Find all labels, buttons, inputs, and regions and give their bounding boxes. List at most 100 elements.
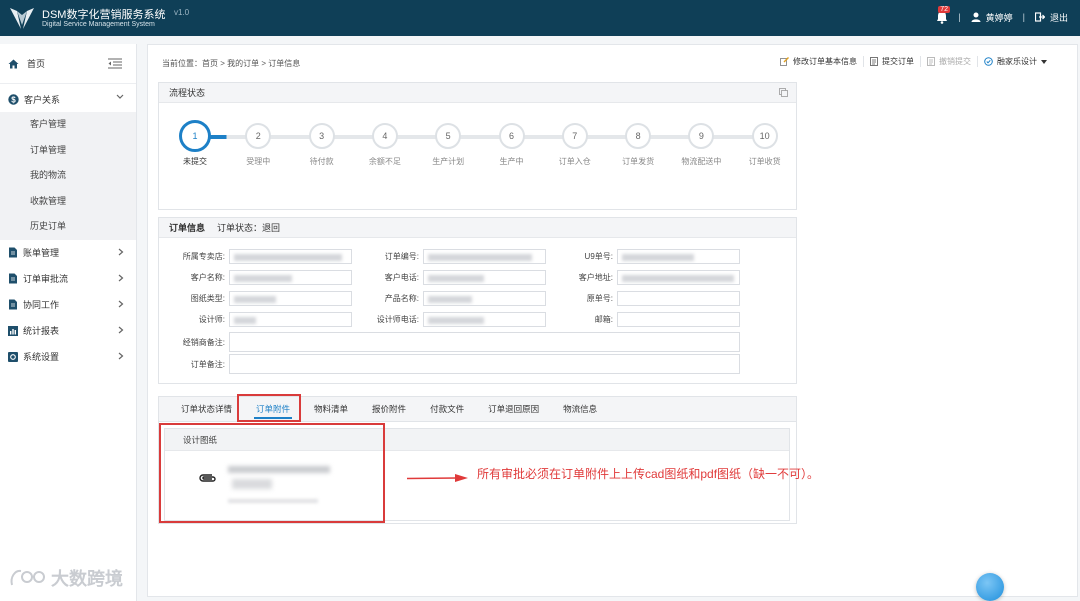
- home-icon: [8, 59, 19, 68]
- divider: |: [958, 12, 961, 22]
- sidebar-item-order-approval[interactable]: 订单审批流: [0, 266, 136, 292]
- watermark: 大数跨境: [9, 565, 123, 591]
- sidebar-subitem-order-mgmt[interactable]: 订单管理: [0, 138, 136, 164]
- sidebar-item-label: 首页: [27, 59, 46, 69]
- collaboration-icon: [9, 299, 17, 310]
- edit-order-label: 修改订单基本信息: [793, 57, 857, 66]
- gear-icon: [8, 351, 18, 362]
- flow-step-label: 余额不足: [368, 157, 401, 166]
- revoke-submit-label: 撤销提交: [939, 57, 971, 66]
- flow-step-label: 订单发货: [622, 157, 655, 166]
- field-label: 设计师电话:: [376, 315, 419, 324]
- sidebar-subitem-payment-mgmt[interactable]: 收款管理: [0, 189, 136, 215]
- user-menu[interactable]: 黄婷婷: [971, 11, 1013, 24]
- flow-step: 1 未提交: [165, 120, 225, 167]
- app-version: v1.0: [174, 8, 190, 17]
- chevron-right-icon: [118, 248, 124, 255]
- field-drawing-type: 图纸类型:: [159, 291, 352, 306]
- sidebar-item-collaboration[interactable]: 协同工作: [0, 292, 136, 318]
- customer-phone-input[interactable]: [423, 270, 546, 285]
- flow-step-number: 9: [688, 123, 715, 149]
- flow-step-number: 1: [179, 120, 211, 152]
- sidebar-subitem-customer-mgmt[interactable]: 客户管理: [0, 112, 136, 138]
- dealer-note-textarea[interactable]: [229, 332, 740, 352]
- tab-payment-files[interactable]: 付款文件: [418, 396, 476, 422]
- sidebar-subitem-my-logistics[interactable]: 我的物流: [0, 163, 136, 189]
- designer-input[interactable]: [229, 312, 352, 327]
- svg-text:$: $: [11, 95, 16, 104]
- breadcrumb: 当前位置：首页 > 我的订单 > 订单信息: [162, 59, 301, 68]
- flow-step-label: 生产计划: [432, 157, 465, 166]
- notification-bell-icon[interactable]: 72: [936, 6, 951, 24]
- watermark-text: 大数跨境: [51, 569, 123, 589]
- store-input[interactable]: [229, 249, 352, 264]
- field-store: 所属专卖店:: [159, 249, 352, 264]
- username: 黄婷婷: [985, 12, 1013, 23]
- flow-step-number: 3: [308, 123, 335, 149]
- order-no-input[interactable]: [423, 249, 546, 264]
- dollar-icon: $: [8, 93, 19, 105]
- flow-step: 5 生产计划: [418, 123, 478, 167]
- sidebar-subitem-history-orders[interactable]: 历史订单: [0, 214, 136, 240]
- submit-order-button[interactable]: 提交订单: [863, 56, 920, 67]
- edit-order-button[interactable]: 修改订单基本信息: [774, 56, 863, 67]
- sidebar-item-bill-mgmt[interactable]: 账单管理: [0, 240, 136, 266]
- field-label: 客户名称:: [190, 273, 225, 282]
- customer-name-input[interactable]: [229, 270, 352, 285]
- main-panel: 当前位置：首页 > 我的订单 > 订单信息 修改订单基本信息 提交订单 撤销提交…: [147, 44, 1078, 597]
- flow-step-number: 4: [371, 123, 398, 149]
- tab-logistics-info[interactable]: 物流信息: [551, 396, 609, 422]
- flow-step: 2 受理中: [228, 123, 288, 167]
- flow-status-title: 流程状态: [169, 88, 206, 98]
- sidebar-item-home[interactable]: 首页: [0, 44, 136, 84]
- field-label: 客户电话:: [384, 273, 419, 282]
- sidebar-item-label: 协同工作: [23, 300, 60, 310]
- tab-material-list[interactable]: 物料清单: [302, 396, 360, 422]
- flow-step-label: 订单收货: [748, 157, 781, 166]
- notification-badge: 72: [938, 6, 951, 13]
- field-customer-address: 客户地址:: [547, 270, 740, 285]
- sidebar-item-system-settings[interactable]: 系统设置: [0, 344, 136, 370]
- top-bar: DSM数字化营销服务系统 Digital Service Management …: [0, 0, 1080, 36]
- email-input[interactable]: [617, 312, 740, 327]
- collapse-menu-icon[interactable]: [108, 58, 122, 70]
- floating-help-button[interactable]: [976, 573, 1004, 601]
- user-icon: [971, 12, 981, 22]
- field-u9-no: U9单号:: [547, 249, 740, 264]
- flow-step-number: 2: [245, 123, 272, 149]
- product-name-input[interactable]: [423, 291, 546, 306]
- field-customer-name: 客户名称:: [159, 270, 352, 285]
- submit-icon: [870, 57, 878, 66]
- field-label: 客户地址:: [578, 273, 613, 282]
- chevron-right-icon: [118, 352, 124, 359]
- original-no-input[interactable]: [617, 291, 740, 306]
- order-info-card: 订单信息 订单状态：退回 所属专卖店: 订单编号: U9单号: 客户名称: 客户…: [158, 217, 797, 384]
- chevron-right-icon: [118, 300, 124, 307]
- app-title: DSM数字化营销服务系统: [42, 9, 166, 21]
- design-icon: [984, 57, 993, 66]
- flow-steps: 1 未提交 2 受理中 3 待付款 4 余额不足 5 生产计划 6 生产中 7 订单入仓 8 订单发货 9 物流配…: [159, 105, 798, 209]
- logout-label: 退出: [1049, 12, 1068, 23]
- logout-button[interactable]: 退出: [1034, 11, 1068, 24]
- sidebar-item-customer-relation[interactable]: $ 客户关系: [0, 86, 136, 112]
- customer-address-input[interactable]: [617, 270, 740, 285]
- fullscreen-icon[interactable]: [779, 88, 788, 97]
- tab-quote-attachments[interactable]: 报价附件: [360, 396, 418, 422]
- u9-no-input[interactable]: [617, 249, 740, 264]
- order-status-text: 订单状态：退回: [217, 223, 281, 233]
- field-label: 所属专卖店:: [182, 252, 225, 261]
- tab-return-reason[interactable]: 订单退回原因: [476, 396, 551, 422]
- order-info-title: 订单信息: [169, 223, 206, 233]
- tab-order-status-detail[interactable]: 订单状态详情: [169, 396, 244, 422]
- flow-step: 10 订单收货: [735, 123, 795, 167]
- design-dropdown-button[interactable]: 融家乐设计: [977, 56, 1053, 67]
- flow-status-card: 流程状态 1 未提交 2 受理中 3 待付款 4 余额不足 5 生产计划 6 生产中 7 订单入仓 8 订单发…: [158, 82, 797, 210]
- sidebar-item-statistics[interactable]: 统计报表: [0, 318, 136, 344]
- revoke-submit-button[interactable]: 撤销提交: [920, 56, 977, 67]
- field-designer-phone: 设计师电话:: [353, 312, 546, 327]
- order-note-textarea[interactable]: [229, 354, 740, 374]
- drawing-type-input[interactable]: [229, 291, 352, 306]
- attachment-highlight-box: [159, 423, 385, 523]
- designer-phone-input[interactable]: [423, 312, 546, 327]
- flow-step: 3 待付款: [292, 123, 352, 167]
